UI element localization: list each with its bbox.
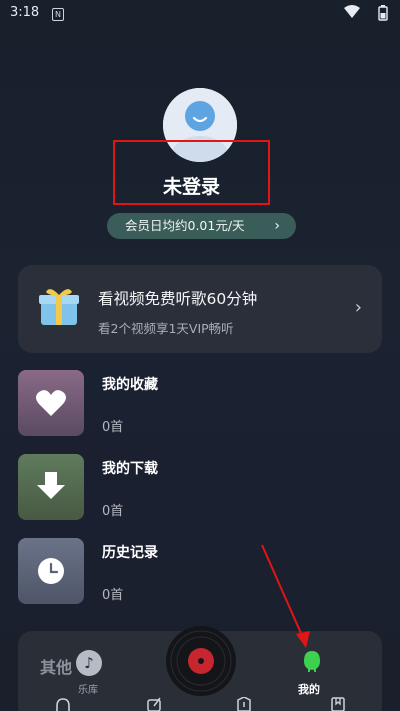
list-item-history[interactable]: 历史记录 0首: [18, 538, 382, 604]
edit-icon[interactable]: [146, 697, 162, 711]
gift-icon: [36, 283, 82, 333]
status-bar: 3:18 N: [0, 0, 400, 30]
headphones-icon[interactable]: [55, 697, 71, 711]
history-thumb: [18, 538, 84, 604]
status-time: 3:18: [10, 5, 40, 20]
list-item-title: 我的下载: [102, 461, 158, 477]
list-item-count: 0首: [102, 504, 124, 519]
promo-card[interactable]: 看视频免费听歌60分钟 看2个视频享1天VIP畅听 ›: [18, 265, 382, 353]
notification-icon: N: [52, 8, 64, 21]
vip-pill-button[interactable]: 会员日均约0.01元/天 ›: [107, 213, 296, 239]
list-item-downloads[interactable]: 我的下载 0首: [18, 454, 382, 520]
list-item-title: 我的收藏: [102, 377, 158, 393]
heart-icon: [36, 390, 66, 416]
tab-me-icon[interactable]: [300, 649, 324, 677]
music-note-icon[interactable]: ♪: [76, 650, 102, 676]
tab-library-label[interactable]: 乐库: [78, 681, 98, 696]
chevron-right-icon: ›: [354, 297, 362, 318]
favorites-thumb: [18, 370, 84, 436]
battery-icon: [378, 5, 388, 25]
other-label: 其他: [40, 658, 73, 677]
downloads-thumb: [18, 454, 84, 520]
shield-icon[interactable]: [236, 696, 252, 711]
player-disc-icon[interactable]: [165, 625, 237, 701]
list-item-count: 0首: [102, 420, 124, 435]
promo-subtitle: 看2个视频享1天VIP畅听: [98, 321, 234, 336]
list-item-count: 0首: [102, 588, 124, 603]
vip-pill-label: 会员日均约0.01元/天: [125, 218, 245, 233]
bookmark-icon[interactable]: [330, 697, 346, 711]
clock-icon: [38, 558, 64, 584]
list-item-title: 历史记录: [102, 545, 158, 561]
chevron-right-icon: ›: [274, 218, 280, 234]
download-icon: [37, 472, 65, 499]
promo-title: 看视频免费听歌60分钟: [98, 290, 258, 308]
login-status-label[interactable]: 未登录: [113, 172, 270, 199]
tab-me-label[interactable]: 我的: [298, 681, 320, 697]
wifi-icon: [344, 5, 360, 23]
list-item-favorites[interactable]: 我的收藏 0首: [18, 370, 382, 436]
